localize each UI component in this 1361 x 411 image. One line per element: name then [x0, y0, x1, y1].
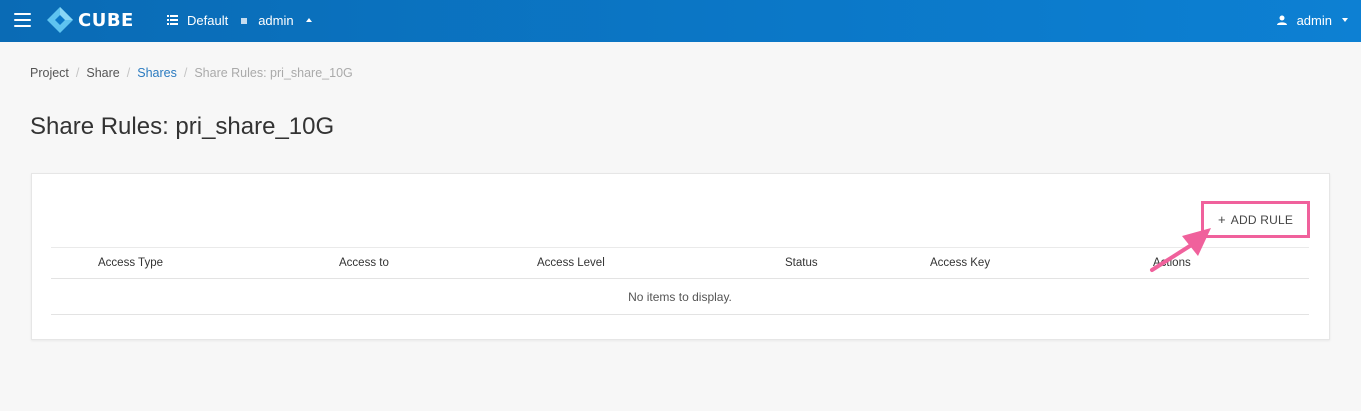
- brand-name: CUBE: [78, 9, 134, 31]
- list-icon: [167, 15, 178, 25]
- column-access-level[interactable]: Access Level: [537, 257, 605, 269]
- breadcrumb-share: Share: [86, 66, 120, 80]
- column-status[interactable]: Status: [785, 257, 818, 269]
- brand-logo[interactable]: CUBE: [46, 6, 134, 34]
- empty-table-message: No items to display.: [51, 279, 1309, 315]
- breadcrumb-current: Share Rules: pri_share_10G: [194, 66, 353, 80]
- breadcrumb-separator: /: [183, 66, 188, 80]
- user-icon: [1276, 15, 1287, 25]
- breadcrumb-project: Project: [30, 66, 69, 80]
- breadcrumb-shares-link[interactable]: Shares: [137, 66, 177, 80]
- add-rule-label: ADD RULE: [1230, 212, 1294, 227]
- user-name: admin: [1296, 12, 1332, 28]
- breadcrumb: Project / Share / Shares / Share Rules: …: [30, 66, 353, 80]
- table-header: Access Type Access to Access Level Statu…: [51, 247, 1309, 279]
- breadcrumb-separator: /: [126, 66, 131, 80]
- column-access-type[interactable]: Access Type: [98, 257, 163, 269]
- share-rules-table: Access Type Access to Access Level Statu…: [51, 247, 1309, 315]
- domain-name: Default: [187, 12, 229, 28]
- column-actions: Actions: [1153, 257, 1191, 269]
- column-access-key[interactable]: Access Key: [930, 257, 990, 269]
- chevron-down-icon: [1342, 18, 1348, 22]
- plus-icon: +: [1217, 212, 1226, 227]
- caret-up-icon: [305, 18, 312, 22]
- breadcrumb-separator: /: [75, 66, 80, 80]
- page-title: Share Rules: pri_share_10G: [30, 113, 335, 140]
- top-navbar: CUBE Default admin admin: [0, 0, 1361, 42]
- user-menu[interactable]: admin: [1276, 12, 1348, 28]
- add-rule-button[interactable]: + ADD RULE: [1201, 201, 1310, 238]
- cube-logo-icon: [47, 7, 73, 33]
- column-access-to[interactable]: Access to: [339, 257, 389, 269]
- menu-icon[interactable]: [14, 13, 31, 27]
- project-square-icon: [241, 18, 248, 24]
- project-selector[interactable]: Default admin: [167, 12, 312, 28]
- project-name: admin: [258, 12, 294, 28]
